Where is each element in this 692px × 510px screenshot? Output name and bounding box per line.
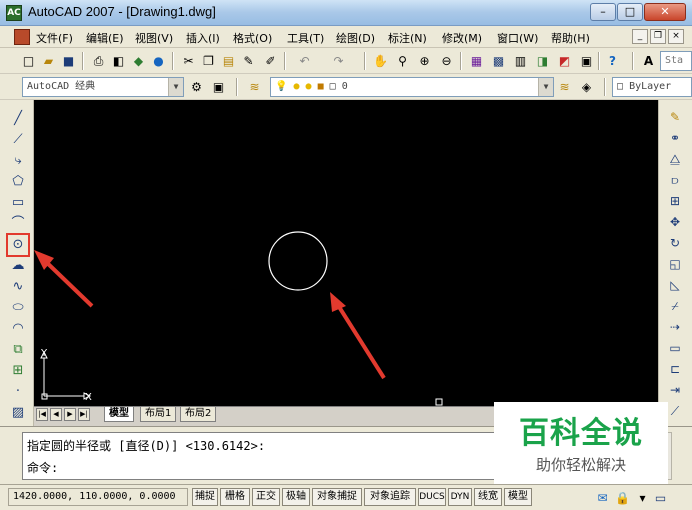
annotation-arrowhead-circle (330, 292, 346, 312)
annotation-overlay (34, 250, 386, 380)
annotation-arrow-circle (334, 300, 386, 380)
annotation-arrow-tool (40, 256, 94, 308)
